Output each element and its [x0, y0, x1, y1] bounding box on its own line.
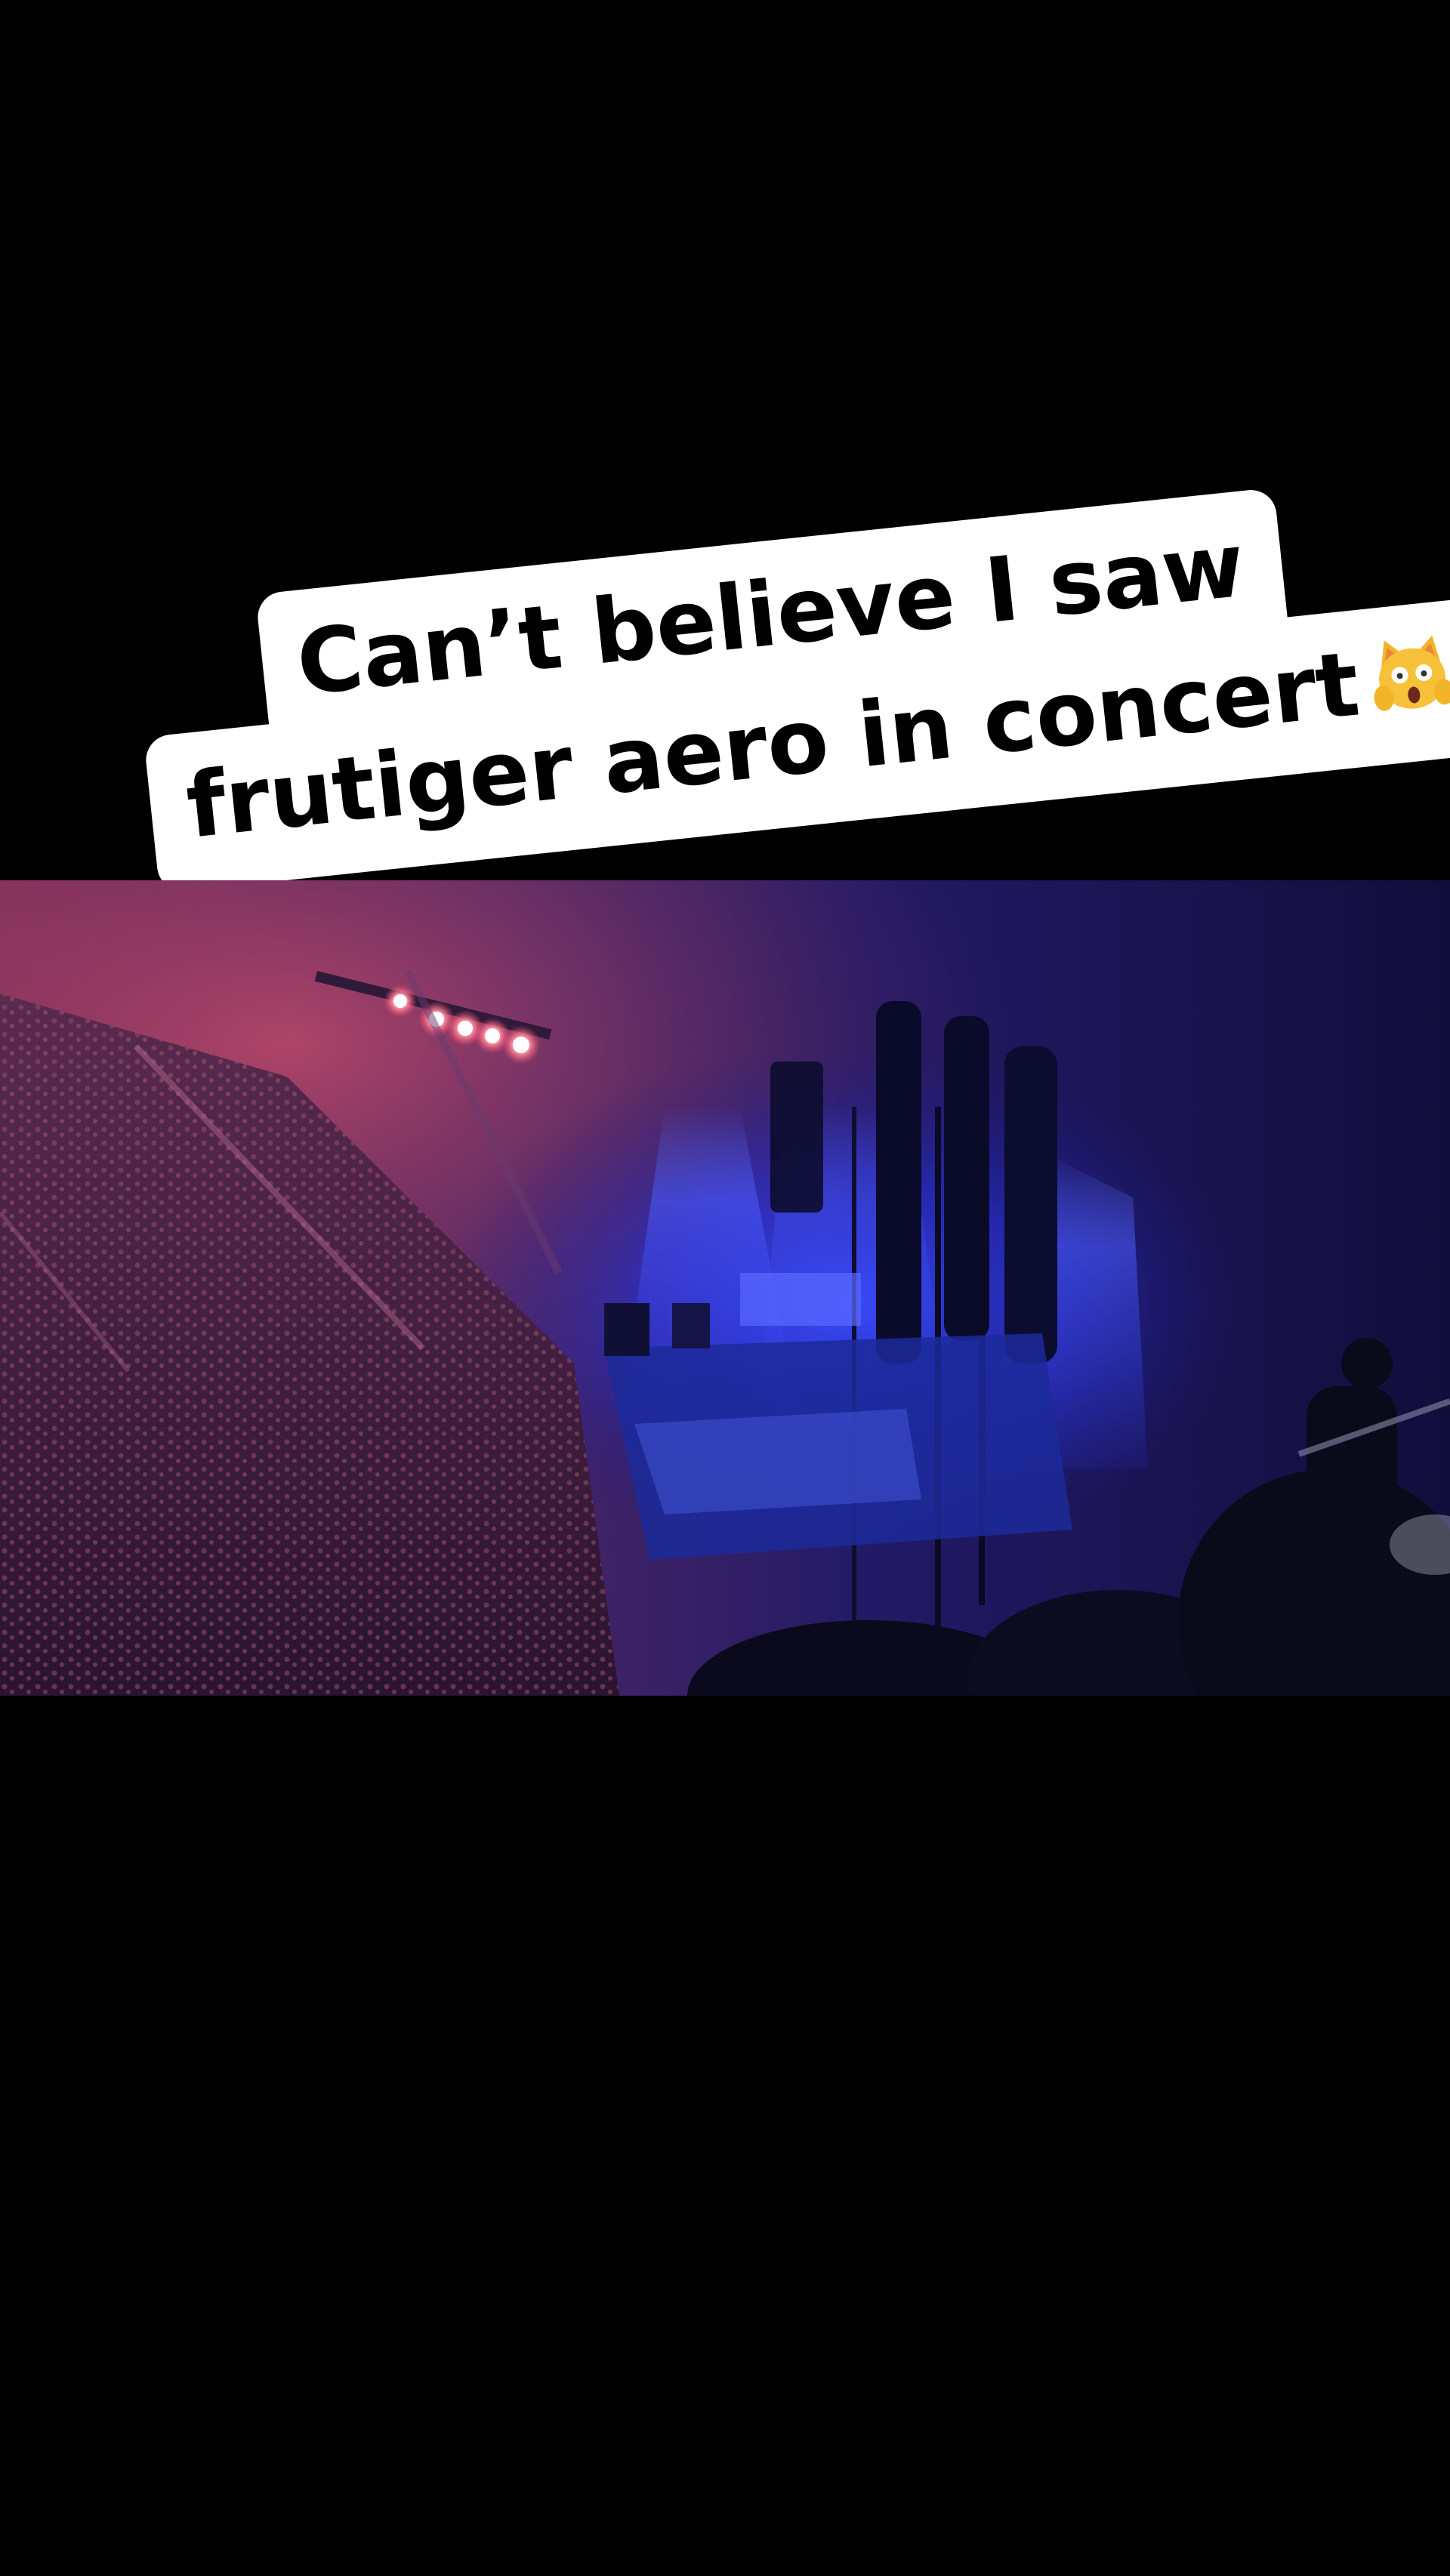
video-frame: Can’t believe I saw frutiger aero in con…	[0, 0, 1450, 2576]
weary-cat-face-icon	[1367, 629, 1450, 719]
caption-overlay: Can’t believe I saw frutiger aero in con…	[0, 0, 1450, 894]
concert-scene-illustration	[0, 880, 1450, 1696]
concert-photo	[0, 880, 1450, 1696]
